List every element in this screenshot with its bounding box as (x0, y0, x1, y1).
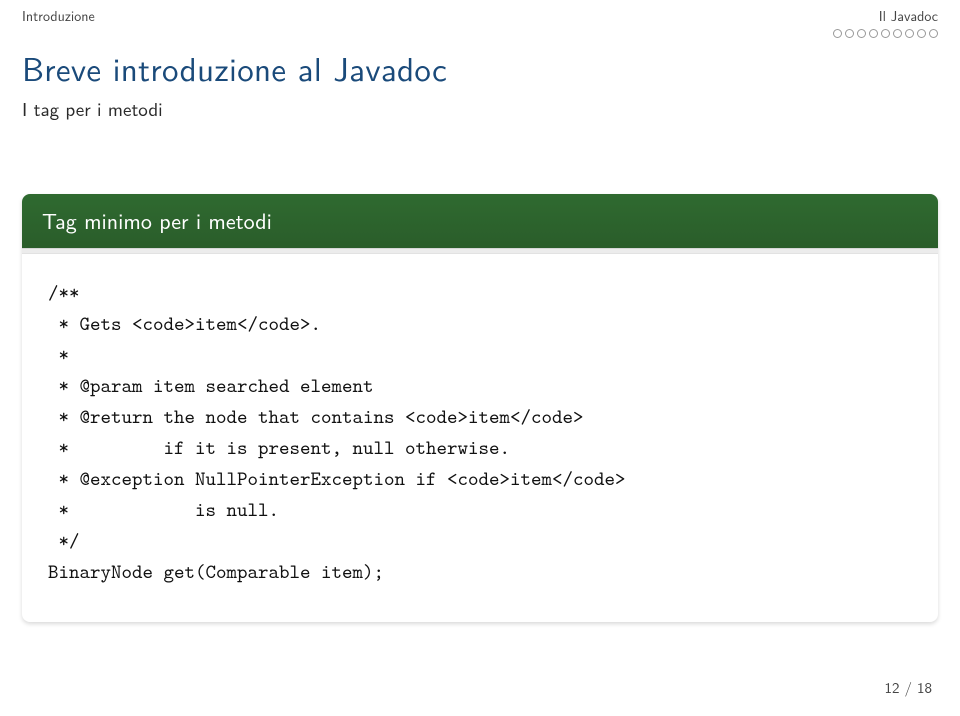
progress-dot (905, 29, 914, 38)
section-left-label: Introduzione (22, 6, 95, 26)
example-card: Tag minimo per i metodi /** * Gets <code… (22, 194, 938, 622)
progress-dot (845, 29, 854, 38)
section-right-label: Il Javadoc (833, 6, 938, 26)
card-heading: Tag minimo per i metodi (22, 194, 938, 249)
slide-subtitle: I tag per i metodi (22, 94, 938, 122)
title-block: Breve introduzione al Javadoc I tag per … (0, 38, 960, 124)
slide-header: Introduzione Il Javadoc (0, 0, 960, 38)
slide-title: Breve introduzione al Javadoc (22, 44, 938, 92)
page-number: 12 / 18 (885, 676, 933, 698)
progress-dots (833, 29, 938, 38)
progress-dot (869, 29, 878, 38)
code-block: /** * Gets <code>item</code>. * * @param… (22, 254, 938, 622)
progress-dot (893, 29, 902, 38)
progress-dot (929, 29, 938, 38)
progress-dot (833, 29, 842, 38)
progress-dot (917, 29, 926, 38)
section-right: Il Javadoc (833, 6, 938, 38)
progress-dot (881, 29, 890, 38)
progress-dot (857, 29, 866, 38)
